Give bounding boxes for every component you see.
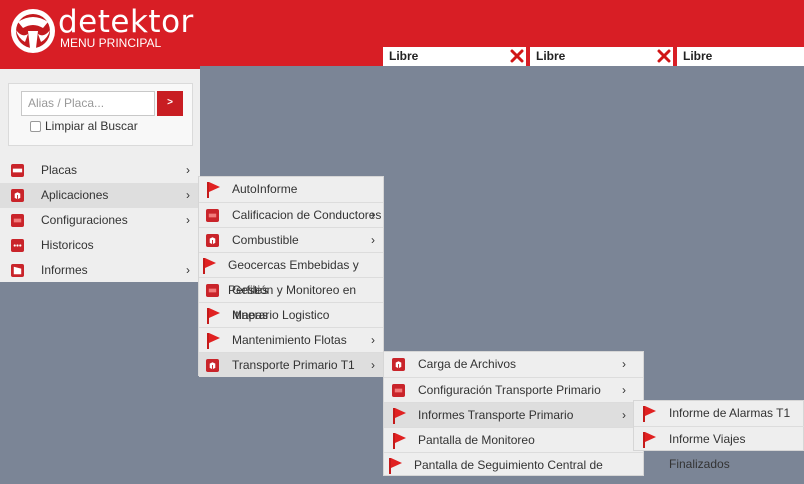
menu-item-configuracion-tp[interactable]: Configuración Transporte Primario ›: [384, 377, 643, 402]
menu-item-geocercas[interactable]: Geocercas Embebidas y Perfiles: [199, 252, 383, 297]
box-icon: [392, 358, 405, 371]
app-header: detektor MENU PRINCIPAL Libre Libre Libr…: [0, 0, 804, 66]
tab-label: Libre: [389, 49, 419, 63]
tab-label: Libre: [683, 49, 713, 63]
chevron-right-icon: ›: [622, 383, 626, 397]
menu-item-label: Informe de Alarmas T1: [669, 406, 791, 420]
flag-icon: [642, 432, 656, 448]
driver-rating-icon: [206, 209, 219, 222]
chevron-right-icon: ›: [371, 233, 375, 247]
menu-item-label: Configuraciones: [41, 213, 128, 227]
tab-libre-3[interactable]: Libre: [677, 47, 804, 66]
fuel-icon: [206, 234, 219, 247]
search-button[interactable]: >: [157, 91, 183, 116]
plates-icon: [11, 164, 24, 177]
flag-icon: [388, 458, 402, 474]
flag-icon: [206, 333, 220, 349]
menu-item-label: Itinerario Logistico: [232, 308, 330, 322]
box-icon: [206, 359, 219, 372]
menu-item-informes-tp[interactable]: Informes Transporte Primario ›: [384, 402, 643, 427]
clear-on-search-checkbox[interactable]: [30, 120, 41, 132]
chevron-right-icon: ›: [186, 263, 190, 277]
menu-item-autoinforme[interactable]: AutoInforme: [199, 177, 383, 202]
menu-item-carga-archivos[interactable]: Carga de Archivos ›: [384, 352, 643, 377]
reports-icon: [11, 264, 24, 277]
flag-icon: [202, 258, 216, 274]
chevron-right-icon: ›: [622, 408, 626, 422]
chevron-right-icon: ›: [371, 208, 375, 222]
brand-name: detektor: [58, 4, 194, 40]
menu-item-pantalla-monitoreo[interactable]: Pantalla de Monitoreo: [384, 427, 643, 452]
menu-item-label: Carga de Archivos: [418, 357, 517, 371]
menu-item-label: Informe Viajes Finalizados: [669, 432, 746, 471]
menu-item-configuraciones[interactable]: Configuraciones ›: [0, 208, 200, 233]
menu-item-transporte-primario-t1[interactable]: Transporte Primario T1 ›: [199, 352, 383, 377]
aplicaciones-submenu: AutoInforme Calificacion de Conductores …: [198, 176, 384, 377]
tab-label: Libre: [536, 49, 566, 63]
menu-item-label: Mantenimiento Flotas: [232, 333, 347, 347]
map-icon: [206, 284, 219, 297]
settings-icon: [392, 384, 405, 397]
flag-icon: [206, 182, 220, 198]
clear-on-search-label: Limpiar al Buscar: [45, 119, 138, 133]
chevron-right-icon: ›: [622, 357, 626, 371]
menu-item-aplicaciones[interactable]: Aplicaciones ›: [0, 183, 200, 208]
menu-item-label: AutoInforme: [232, 182, 298, 196]
menu-item-informe-viajes[interactable]: Informe Viajes Finalizados: [634, 426, 804, 471]
flag-icon: [392, 408, 406, 424]
menu-item-combustible[interactable]: Combustible ›: [199, 227, 383, 252]
menu-item-label: Combustible: [232, 233, 299, 247]
menu-principal-label: MENU PRINCIPAL: [60, 36, 162, 50]
menu-item-label: Transporte Primario T1: [232, 358, 355, 372]
menu-item-label: Pantalla de Monitoreo: [418, 433, 535, 447]
informes-tp-submenu: Informe de Alarmas T1 Informe Viajes Fin…: [633, 400, 804, 471]
menu-item-label: Placas: [41, 163, 78, 177]
menu-item-pantalla-seguimiento[interactable]: Pantalla de Seguimiento Central de Monit…: [384, 452, 643, 484]
menu-item-label: Calificacion de Conductores: [232, 208, 382, 222]
menu-item-label: Informes Transporte Primario: [418, 408, 574, 422]
flag-icon: [642, 406, 656, 422]
menu-item-label: Historicos: [41, 238, 94, 252]
close-icon[interactable]: [657, 49, 671, 63]
chevron-right-icon: ›: [371, 358, 375, 372]
menu-item-calificacion-conductores[interactable]: Calificacion de Conductores ›: [199, 202, 383, 227]
clear-on-search-row[interactable]: Limpiar al Buscar: [30, 119, 138, 133]
menu-item-historicos[interactable]: Historicos: [0, 233, 200, 258]
applications-icon: [11, 189, 24, 202]
menu-item-gestion-monitoreo-mapas[interactable]: Gestión y Monitoreo en Mapas: [199, 277, 383, 322]
menu-item-informe-alarmas[interactable]: Informe de Alarmas T1: [634, 401, 804, 426]
chevron-right-icon: ›: [186, 188, 190, 202]
menu-item-label: Informes: [41, 263, 88, 277]
flag-icon: [206, 308, 220, 324]
tab-libre-1[interactable]: Libre: [383, 47, 526, 66]
menu-item-itinerario-logistico[interactable]: Itinerario Logistico: [199, 302, 383, 327]
menu-item-informes[interactable]: Informes ›: [0, 258, 200, 283]
detektor-logo-icon[interactable]: [10, 8, 56, 54]
tab-libre-2[interactable]: Libre: [530, 47, 673, 66]
tab-bar: Libre Libre Libre: [383, 47, 804, 66]
menu-item-label: Aplicaciones: [41, 188, 109, 202]
chevron-right-icon: ›: [186, 163, 190, 177]
settings-icon: [11, 214, 24, 227]
menu-item-mantenimiento-flotas[interactable]: Mantenimiento Flotas ›: [199, 327, 383, 352]
chevron-right-icon: ›: [186, 213, 190, 227]
search-input[interactable]: Alias / Placa...: [21, 91, 155, 116]
close-icon[interactable]: [510, 49, 524, 63]
transporte-primario-submenu: Carga de Archivos › Configuración Transp…: [383, 351, 644, 484]
menu-item-label: Configuración Transporte Primario: [418, 383, 601, 397]
menu-item-label: Pantalla de Seguimiento Central de Monit…: [414, 458, 603, 484]
flag-icon: [392, 433, 406, 449]
history-icon: [11, 239, 24, 252]
menu-item-placas[interactable]: Placas ›: [0, 158, 200, 183]
chevron-right-icon: ›: [371, 333, 375, 347]
